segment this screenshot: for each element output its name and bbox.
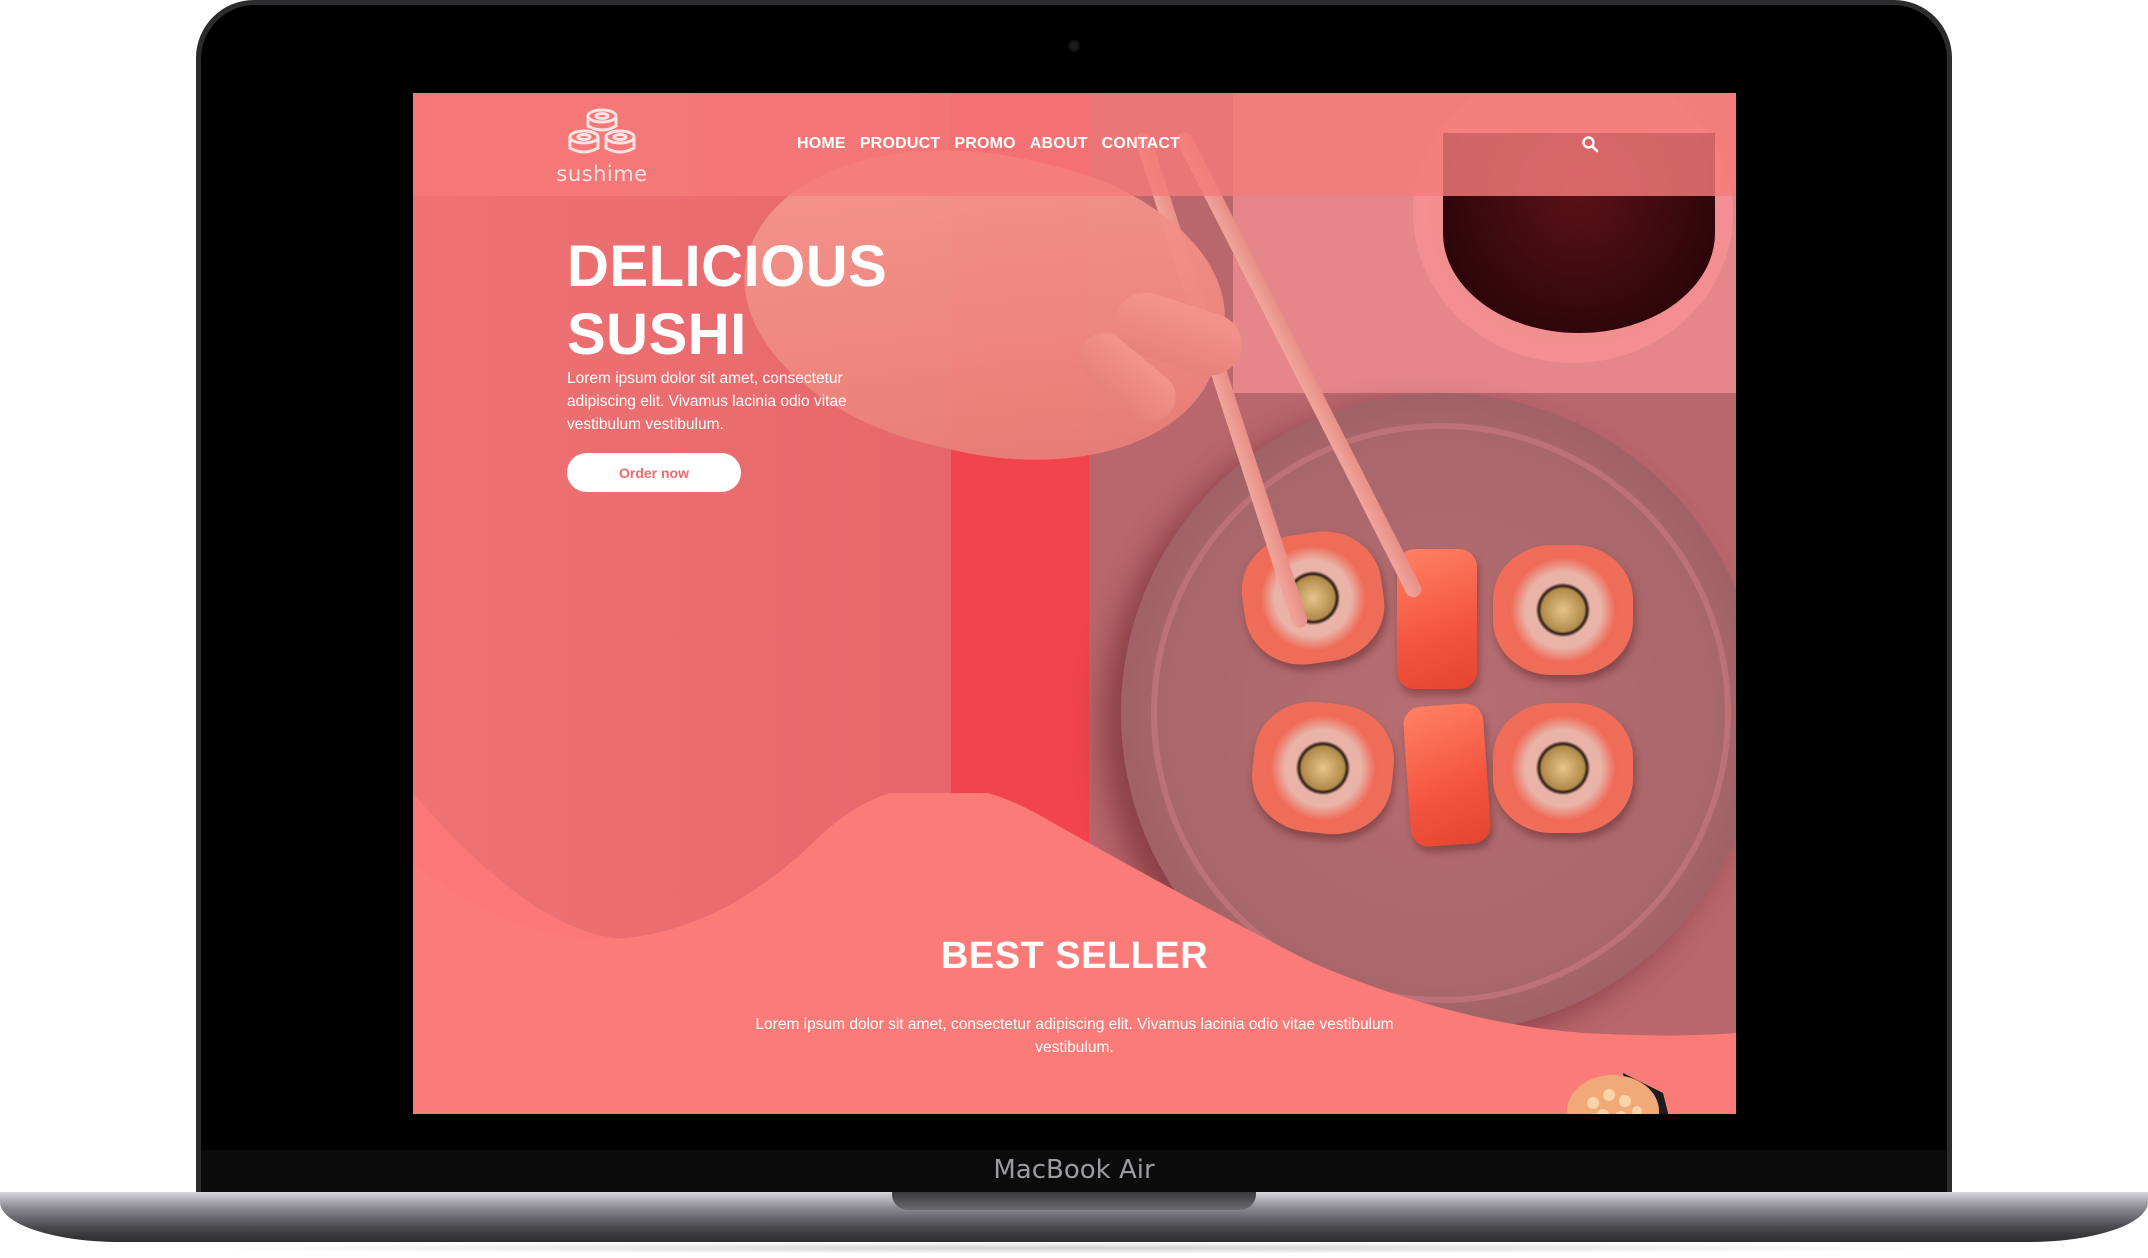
nav-product[interactable]: PRODUCT: [860, 135, 941, 153]
laptop-hinge-notch: [892, 1192, 1256, 1210]
logo[interactable]: sushime: [549, 104, 655, 188]
best-seller-description: Lorem ipsum dolor sit amet, consectetur …: [755, 1016, 1394, 1056]
hero-description: Lorem ipsum dolor sit amet, consectetur …: [567, 370, 847, 433]
device-model-label: MacBook Air: [993, 1155, 1155, 1185]
main-nav: HOME PRODUCT PROMO ABOUT CONTACT: [797, 135, 1180, 153]
sushi-roll: [1493, 545, 1633, 675]
hero-title-line2: SUSHI: [567, 302, 747, 367]
search-icon[interactable]: [1581, 135, 1599, 153]
hero-title-line1: DELICIOUS: [567, 234, 888, 299]
camera-dot: [1068, 40, 1080, 52]
site-header: sushime HOME PRODUCT PROMO ABOUT CONTACT: [413, 93, 1736, 196]
order-now-button[interactable]: Order now: [567, 453, 741, 492]
nav-home[interactable]: HOME: [797, 135, 846, 153]
website-screen: sushime HOME PRODUCT PROMO ABOUT CONTACT…: [413, 93, 1736, 1114]
nav-about[interactable]: ABOUT: [1030, 135, 1088, 153]
logo-text: sushime: [556, 162, 648, 186]
hero-title: DELICIOUS SUSHI: [567, 233, 987, 369]
nav-promo[interactable]: PROMO: [954, 135, 1015, 153]
base-shadow: [180, 1242, 1968, 1254]
nav-contact[interactable]: CONTACT: [1102, 135, 1180, 153]
sushi-illustration-icon: [1567, 1073, 1669, 1114]
best-seller-title: BEST SELLER: [940, 935, 1209, 977]
sushi-logo-icon: [568, 108, 636, 154]
